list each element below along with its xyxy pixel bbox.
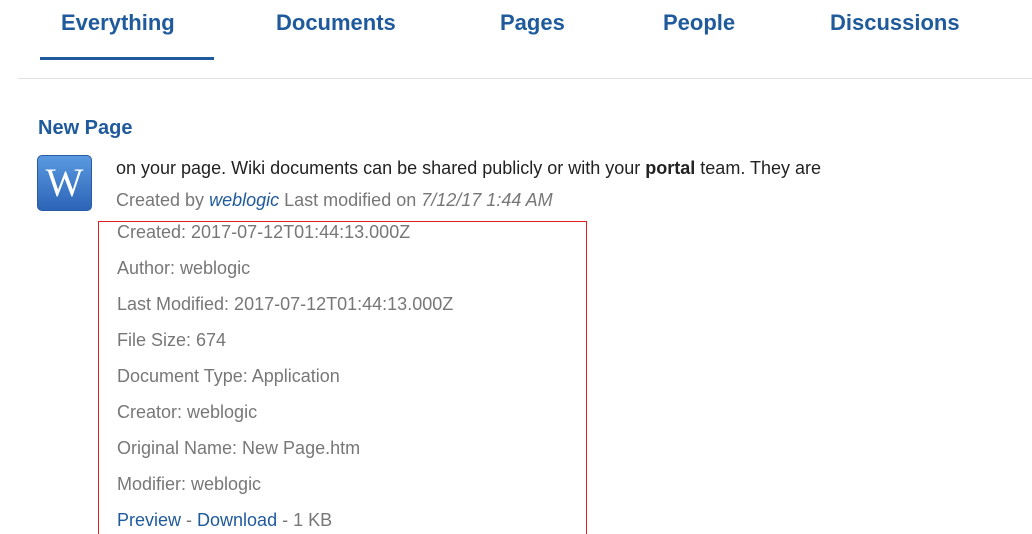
result-title-link[interactable]: New Page <box>38 117 132 140</box>
search-tabs: Everything Documents Pages People Discus… <box>0 0 1032 80</box>
active-tab-indicator <box>40 57 214 60</box>
property-last-modified: Last Modified: 2017-07-12T01:44:13.000Z <box>117 294 454 314</box>
property-original-name: Original Name: New Page.htm <box>117 438 361 458</box>
created-by-label: Created by <box>116 190 205 210</box>
word-document-icon: W <box>37 155 92 211</box>
result-actions: Preview - Download - 1 KB <box>117 510 332 531</box>
preview-link[interactable]: Preview <box>117 510 181 530</box>
property-created: Created: 2017-07-12T01:44:13.000Z <box>117 222 411 242</box>
property-author: Author: weblogic <box>117 258 251 278</box>
result-meta: Created by weblogic Last modified on 7/1… <box>116 190 553 211</box>
snippet-text-before: on your page. Wiki documents can be shar… <box>116 158 646 178</box>
author-link[interactable]: weblogic <box>209 190 279 210</box>
property-document-type: Document Type: Application <box>117 366 340 386</box>
tab-documents[interactable]: Documents <box>276 10 396 36</box>
tab-everything[interactable]: Everything <box>61 10 175 36</box>
file-size-label: 1 KB <box>293 510 333 530</box>
property-modifier: Modifier: weblogic <box>117 474 262 494</box>
link-separator: - <box>277 510 294 530</box>
last-modified-date: 7/12/17 1:44 AM <box>421 190 553 210</box>
property-file-size: File Size: 674 <box>117 330 227 350</box>
last-modified-label: Last modified on <box>284 190 417 210</box>
snippet-text-after: team. They are <box>695 158 822 178</box>
tabs-divider <box>18 78 1032 79</box>
link-separator: - <box>181 510 198 530</box>
result-snippet: on your page. Wiki documents can be shar… <box>116 158 821 179</box>
tab-discussions[interactable]: Discussions <box>830 10 960 36</box>
tab-people[interactable]: People <box>663 10 735 36</box>
snippet-highlight: portal <box>645 158 696 178</box>
property-creator: Creator: weblogic <box>117 402 258 422</box>
tab-pages[interactable]: Pages <box>500 10 565 36</box>
download-link[interactable]: Download <box>197 510 277 530</box>
